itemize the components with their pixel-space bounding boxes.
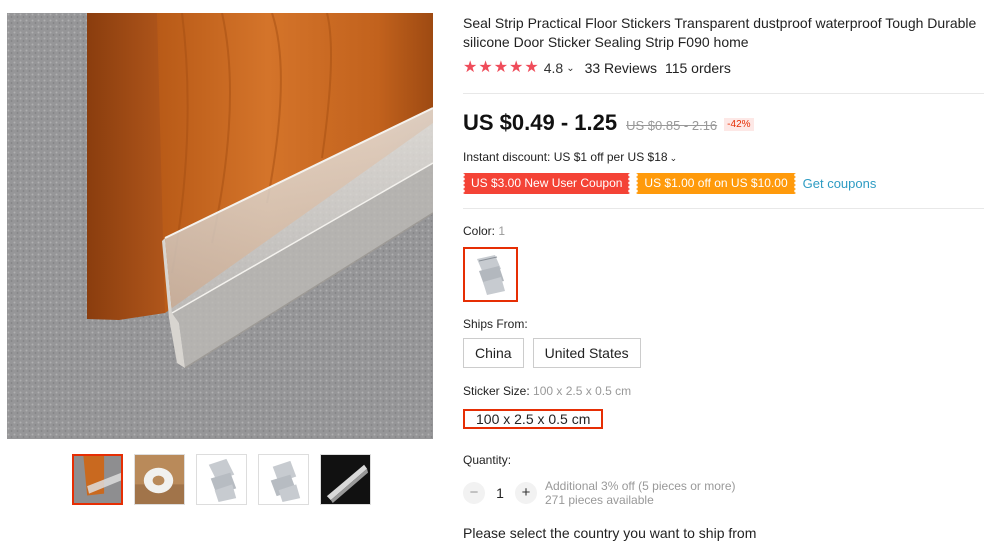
- divider: [463, 208, 984, 209]
- discount-badge: -42%: [724, 118, 754, 131]
- ship-country-note: Please select the country you want to sh…: [463, 525, 757, 541]
- bulk-discount-note: Additional 3% off (5 pieces or more): [545, 479, 736, 493]
- thumbnail-strip: [72, 454, 371, 505]
- chevron-down-icon: ⌄: [669, 153, 678, 163]
- current-price: US $0.49 - 1.25: [463, 110, 618, 135]
- quantity-info: Additional 3% off (5 pieces or more) 271…: [545, 479, 736, 507]
- instant-discount[interactable]: Instant discount: US $1 off per US $18 ⌄: [463, 150, 677, 164]
- store-coupon[interactable]: US $1.00 off on US $10.00: [636, 173, 796, 194]
- star-icon: ★: [463, 59, 478, 76]
- size-label-row: Sticker Size: 100 x 2.5 x 0.5 cm: [463, 384, 631, 398]
- stock-available: 271 pieces available: [545, 493, 654, 507]
- ship-option-china[interactable]: China: [463, 338, 524, 368]
- quantity-increase-button[interactable]: +: [515, 482, 537, 504]
- thumbnail-strip-pack-2[interactable]: [258, 454, 309, 505]
- size-value: 100 x 2.5 x 0.5 cm: [533, 384, 632, 398]
- get-coupons-link[interactable]: Get coupons: [803, 176, 877, 191]
- rating-value[interactable]: 4.8: [544, 60, 563, 76]
- size-option[interactable]: 100 x 2.5 x 0.5 cm: [463, 409, 604, 429]
- rating-stars: ★ ★ ★ ★ ★: [463, 60, 539, 76]
- star-icon: ★: [524, 59, 539, 76]
- color-value: 1: [498, 224, 506, 238]
- reviews-link[interactable]: 33 Reviews: [585, 60, 657, 76]
- ships-from-label: Ships From:: [463, 317, 528, 331]
- orders-count: 115 orders: [664, 60, 731, 76]
- rating-row: ★ ★ ★ ★ ★ 4.8 ⌄ 33 Reviews 115 orders: [463, 60, 731, 77]
- thumbnail-seal-roll[interactable]: [134, 454, 185, 505]
- ships-from-options: China United States: [463, 338, 641, 368]
- color-label: Color:: [463, 224, 496, 238]
- star-icon: ★: [493, 59, 509, 76]
- quantity-decrease-button[interactable]: −: [463, 482, 485, 504]
- divider: [463, 93, 984, 94]
- quantity-label: Quantity:: [463, 453, 512, 467]
- main-product-image[interactable]: [7, 13, 433, 439]
- chevron-down-icon[interactable]: ⌄: [566, 63, 574, 74]
- product-title: Seal Strip Practical Floor Stickers Tran…: [463, 15, 977, 50]
- star-icon: ★: [509, 59, 524, 76]
- price-row: US $0.49 - 1.25 US $0.85 - 2.16 -42%: [463, 110, 754, 136]
- thumbnail-door-seal[interactable]: [72, 454, 123, 505]
- star-icon: ★: [478, 59, 493, 76]
- color-label-row: Color: 1: [463, 224, 505, 238]
- original-price: US $0.85 - 2.16: [626, 118, 718, 133]
- quantity-input[interactable]: 1: [485, 485, 515, 501]
- instant-discount-text: Instant discount: US $1 off per US $18: [463, 150, 668, 164]
- size-label: Sticker Size:: [463, 384, 530, 398]
- ship-option-united-states[interactable]: United States: [532, 338, 641, 368]
- size-options: 100 x 2.5 x 0.5 cm: [463, 406, 604, 432]
- quantity-stepper: − 1 + Additional 3% off (5 pieces or mor…: [463, 479, 736, 507]
- new-user-coupon[interactable]: US $3.00 New User Coupon: [463, 173, 631, 194]
- thumbnail-strip-pack[interactable]: [196, 454, 247, 505]
- color-swatch-1[interactable]: [463, 247, 518, 302]
- coupon-row: US $3.00 New User Coupon US $1.00 off on…: [463, 173, 876, 194]
- thumbnail-strip-black[interactable]: [320, 454, 371, 505]
